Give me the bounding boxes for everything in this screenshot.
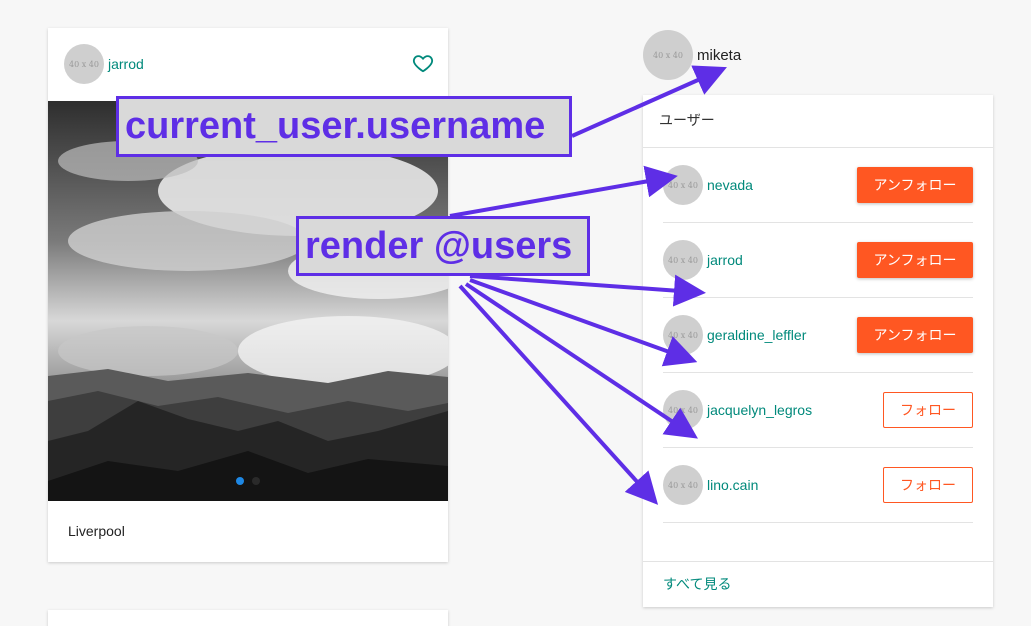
post-caption: Liverpool <box>68 523 125 539</box>
current-user: 40 x 40 miketa <box>643 30 741 80</box>
avatar[interactable]: 40 x 40 <box>663 465 703 505</box>
avatar[interactable]: 40 x 40 <box>663 315 703 355</box>
annotation-render-users: render @users <box>296 216 590 276</box>
avatar[interactable]: 40 x 40 <box>663 390 703 430</box>
users-panel-title: ユーザー <box>643 95 993 148</box>
users-panel: ユーザー 40 x 40 nevada アンフォロー 40 x 40 jarro… <box>643 95 993 607</box>
list-item: 40 x 40 geraldine_leffler アンフォロー <box>663 298 973 373</box>
avatar[interactable]: 40 x 40 <box>643 30 693 80</box>
follow-button[interactable]: フォロー <box>883 467 973 503</box>
user-link[interactable]: jacquelyn_legros <box>707 402 812 418</box>
post-card <box>48 610 448 626</box>
unfollow-button[interactable]: アンフォロー <box>857 317 973 353</box>
current-username[interactable]: miketa <box>697 47 741 64</box>
post-username-link[interactable]: jarrod <box>108 56 144 72</box>
user-link[interactable]: nevada <box>707 177 753 193</box>
carousel-dot-icon[interactable] <box>252 477 260 485</box>
user-list: 40 x 40 nevada アンフォロー 40 x 40 jarrod アンフ… <box>663 148 973 523</box>
annotation-current-user: current_user.username <box>116 96 572 157</box>
heart-icon[interactable] <box>412 52 434 74</box>
list-item: 40 x 40 nevada アンフォロー <box>663 148 973 223</box>
arrow <box>449 165 678 218</box>
post-photo <box>48 101 448 501</box>
list-item: 40 x 40 lino.cain フォロー <box>663 448 973 523</box>
user-link[interactable]: geraldine_leffler <box>707 327 806 343</box>
arrow <box>458 284 659 505</box>
see-all-link[interactable]: すべて見る <box>643 561 993 607</box>
avatar[interactable]: 40 x 40 <box>663 165 703 205</box>
user-link[interactable]: jarrod <box>707 252 743 268</box>
list-item: 40 x 40 jacquelyn_legros フォロー <box>663 373 973 448</box>
unfollow-button[interactable]: アンフォロー <box>857 167 973 203</box>
user-link[interactable]: lino.cain <box>707 477 758 493</box>
unfollow-button[interactable]: アンフォロー <box>857 242 973 278</box>
list-item: 40 x 40 jarrod アンフォロー <box>663 223 973 298</box>
avatar[interactable]: 40 x 40 <box>663 240 703 280</box>
follow-button[interactable]: フォロー <box>883 392 973 428</box>
avatar[interactable]: 40 x 40 <box>64 44 104 84</box>
carousel-dot-icon[interactable] <box>236 477 244 485</box>
post-header: 40 x 40 jarrod <box>64 44 144 84</box>
